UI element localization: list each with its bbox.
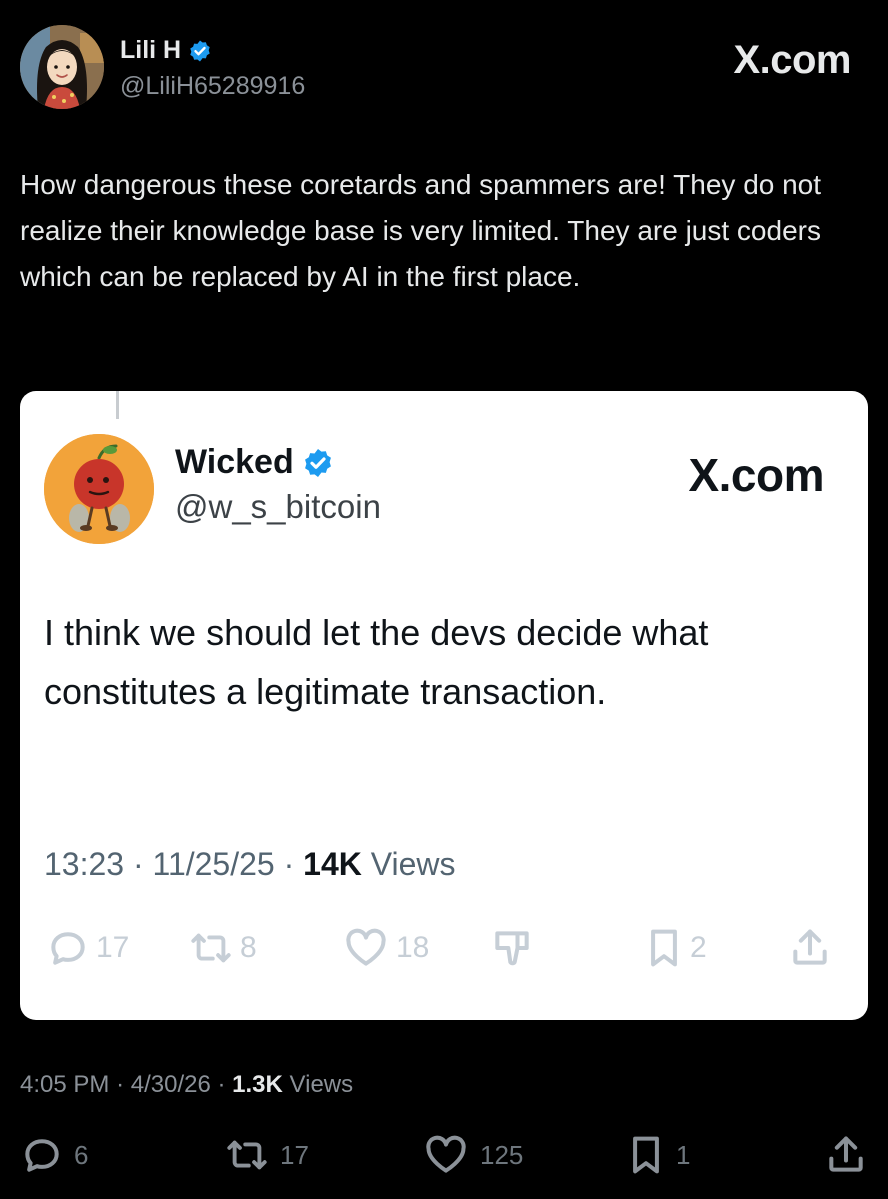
quoted-bookmark-count: 2 — [690, 931, 707, 964]
verified-badge-icon — [302, 447, 334, 479]
views-label: Views — [289, 1071, 354, 1098]
reply-icon — [20, 1133, 64, 1177]
quoted-dislike-button[interactable] — [490, 926, 534, 970]
quoted-action-bar: 17 8 18 2 — [20, 926, 868, 986]
reply-button[interactable]: 6 — [20, 1133, 88, 1177]
meta-separator: · — [283, 846, 295, 882]
share-icon — [788, 926, 832, 970]
quoted-author-avatar[interactable] — [44, 434, 154, 544]
repost-button[interactable]: 17 — [224, 1133, 309, 1177]
thread-connector-line — [116, 391, 119, 419]
reply-count: 6 — [74, 1139, 89, 1170]
bookmark-button[interactable]: 1 — [626, 1133, 690, 1177]
like-count: 125 — [480, 1139, 524, 1170]
author-avatar[interactable] — [20, 25, 104, 109]
quoted-repost-button[interactable]: 8 — [188, 926, 257, 970]
brand-logo-text: X.com — [733, 38, 851, 82]
post-text: How dangerous these coretards and spamme… — [20, 169, 822, 292]
quoted-post-card[interactable]: Wicked @w_s_bitcoin X.com I think we sho… — [20, 391, 868, 1020]
dislike-icon — [490, 926, 534, 970]
view-count: 1.3K — [232, 1071, 283, 1098]
quoted-views-label: Views — [370, 846, 456, 882]
quoted-author-name-row: Wicked — [175, 443, 334, 482]
post-action-bar: 6 17 125 1 — [0, 1133, 888, 1183]
meta-separator: · — [116, 1071, 125, 1098]
author-name[interactable]: Lili H — [120, 36, 181, 65]
like-icon — [342, 926, 390, 970]
meta-separator: · — [132, 846, 144, 882]
post-date: 4/30/26 — [130, 1071, 211, 1098]
verified-badge-icon — [188, 39, 212, 63]
post-meta: 4:05 PM · 4/30/26 · 1.3K Views — [20, 1071, 353, 1099]
quoted-reply-button[interactable]: 17 — [46, 926, 129, 970]
quoted-brand-logo-text: X.com — [688, 449, 824, 501]
author-name-row: Lili H — [120, 36, 212, 65]
quoted-like-count: 18 — [396, 931, 430, 964]
share-button[interactable] — [824, 1133, 868, 1177]
quoted-reply-count: 17 — [96, 931, 130, 964]
quoted-post-text: I think we should let the devs decide wh… — [44, 612, 709, 712]
quoted-author-handle[interactable]: @w_s_bitcoin — [175, 488, 381, 526]
bookmark-count: 1 — [676, 1139, 691, 1170]
quoted-bookmark-button[interactable]: 2 — [644, 926, 707, 970]
quoted-share-button[interactable] — [788, 926, 832, 970]
bookmark-icon — [626, 1133, 666, 1177]
reply-icon — [46, 926, 90, 970]
quoted-view-count: 14K — [303, 846, 362, 882]
like-button[interactable]: 125 — [422, 1133, 523, 1177]
quoted-like-button[interactable]: 18 — [342, 926, 429, 970]
repost-icon — [188, 926, 234, 970]
like-icon — [422, 1133, 470, 1177]
quoted-post-date: 11/25/25 — [152, 846, 275, 882]
quoted-post-time: 13:23 — [44, 846, 125, 882]
quoted-repost-count: 8 — [240, 931, 257, 964]
meta-separator: · — [217, 1071, 226, 1098]
bookmark-icon — [644, 926, 684, 970]
share-icon — [824, 1133, 868, 1177]
quoted-author-name[interactable]: Wicked — [175, 443, 294, 482]
repost-count: 17 — [280, 1139, 309, 1170]
author-handle[interactable]: @LiliH65289916 — [120, 72, 305, 101]
quoted-post-meta: 13:23 · 11/25/25 · 14K Views — [44, 846, 456, 883]
post-time: 4:05 PM — [20, 1071, 110, 1098]
repost-icon — [224, 1133, 270, 1177]
